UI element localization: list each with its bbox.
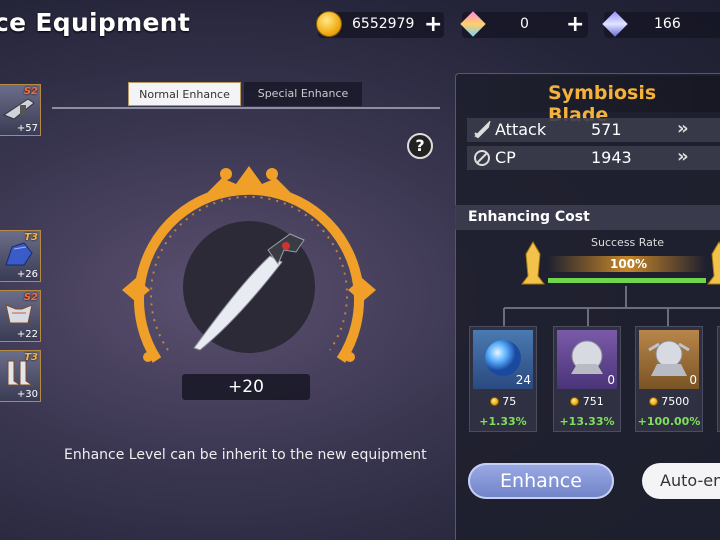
stat-label: CP — [495, 148, 516, 167]
material-connector-lines — [503, 286, 720, 326]
tab-special-enhance[interactable]: Special Enhance — [244, 82, 362, 106]
enhance-level: +20 — [182, 374, 310, 400]
gold-coin-icon — [316, 11, 342, 37]
equipment-slot-armor[interactable]: S2 +22 — [0, 290, 41, 342]
material-slot-small[interactable]: 24 75 +1.33% — [469, 326, 537, 432]
gold-coin-icon — [570, 397, 580, 406]
material-count: 0 — [689, 373, 697, 387]
inherit-note: Enhance Level can be inherit to the new … — [64, 447, 427, 463]
chest-armor-icon — [5, 304, 33, 324]
left-trophy-icon — [521, 241, 545, 285]
blue-crystal-amount: 166 — [654, 16, 681, 32]
enhancing-cost-title: Enhancing Cost — [468, 209, 590, 225]
gun-icon — [2, 98, 35, 120]
auto-enhance-button[interactable]: Auto-en — [642, 463, 720, 499]
stat-value: 1943 — [591, 148, 632, 167]
pink-crystal-icon — [460, 11, 486, 37]
material-cost: 7500 — [661, 395, 690, 408]
gauntlet-icon — [5, 242, 33, 266]
symbiosis-blade-icon — [193, 233, 305, 351]
equipment-slot-weapon[interactable]: S2 +57 — [0, 84, 41, 136]
gold-coin-icon — [648, 397, 658, 406]
tab-normal-enhance[interactable]: Normal Enhance — [128, 82, 241, 106]
material-slot-medium[interactable]: 0 751 +13.33% — [553, 326, 621, 432]
stat-label: Attack — [495, 120, 547, 139]
success-rate-value: 100% — [610, 257, 648, 271]
help-button[interactable]: ? — [407, 133, 433, 159]
boots-icon — [7, 360, 34, 386]
pink-crystal-currency: 0 + — [460, 11, 588, 38]
chevron-right-icon: » — [677, 146, 689, 167]
sword-icon — [474, 121, 491, 139]
chevron-right-icon: » — [677, 118, 689, 139]
material-slot-large[interactable]: 0 7500 +100.00% — [635, 326, 703, 432]
gold-amount: 6552979 — [352, 16, 415, 32]
gold-coin-icon — [489, 397, 499, 406]
pink-crystal-amount: 0 — [520, 16, 529, 32]
material-cost: 751 — [582, 395, 604, 408]
success-rate-fill — [548, 278, 706, 283]
blue-crystal-currency: 166 — [602, 11, 720, 38]
add-pink-crystal-button[interactable]: + — [566, 12, 584, 38]
material-cost: 75 — [502, 395, 517, 408]
blue-crystal-icon — [602, 11, 628, 37]
material-count: 24 — [515, 373, 531, 387]
add-gold-button[interactable]: + — [424, 12, 442, 38]
page-title: ce Equipment — [0, 8, 191, 37]
success-rate-label: Success Rate — [591, 236, 664, 249]
material-count: 0 — [607, 373, 615, 387]
success-rate-track — [548, 278, 706, 283]
stat-value: 571 — [591, 120, 622, 139]
material-bonus: +13.33% — [559, 415, 615, 428]
gold-currency: 6552979 + — [316, 11, 444, 38]
right-trophy-icon — [707, 241, 720, 285]
cp-icon — [474, 150, 490, 166]
tab-divider — [52, 107, 440, 109]
stat-row-cp: CP 1943 » — [467, 146, 720, 170]
stat-row-attack: Attack 571 » — [467, 118, 720, 142]
material-bonus: +100.00% — [637, 415, 701, 428]
equipment-slot-gloves[interactable]: T3 +26 — [0, 230, 41, 282]
enhance-button[interactable]: Enhance — [468, 463, 614, 499]
equipment-slot-boots[interactable]: T3 +30 — [0, 350, 41, 402]
material-bonus: +1.33% — [479, 415, 527, 428]
